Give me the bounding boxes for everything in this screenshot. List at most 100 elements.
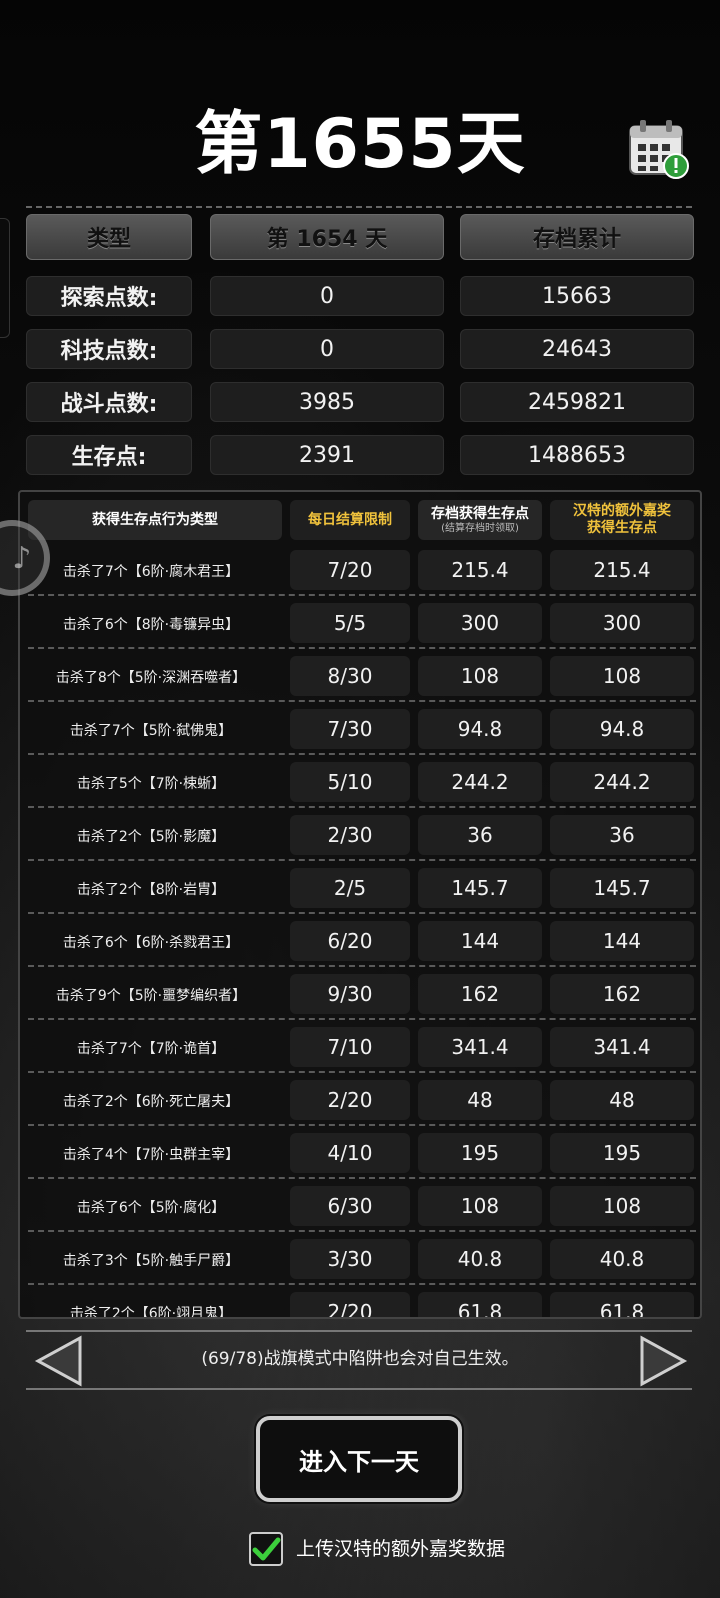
table-row: 击杀了4个【7阶·虫群主宰】 4/10 195 195	[20, 1127, 700, 1179]
row-archive-points: 94.8	[418, 709, 542, 749]
table-row: 击杀了6个【5阶·腐化】 6/30 108 108	[20, 1180, 700, 1232]
survival-points-table[interactable]: 获得生存点行为类型 每日结算限制 存档获得生存点 (结算存档时领取) 汉特的额外…	[18, 490, 702, 1319]
tip-top-line	[26, 1330, 692, 1332]
row-archive-points: 61.8	[418, 1292, 542, 1317]
table-row: 击杀了7个【5阶·弑佛鬼】 7/30 94.8 94.8	[20, 703, 700, 755]
row-divider	[28, 912, 696, 914]
summary-day-survival: 2391	[210, 435, 444, 475]
row-action-name: 击杀了2个【6阶·死亡屠夫】	[62, 1094, 240, 1110]
row-daily-limit: 2/20	[290, 1292, 410, 1317]
checkmark-icon	[252, 1537, 281, 1561]
summary-label-survival: 生存点:	[26, 435, 192, 475]
row-divider	[28, 859, 696, 861]
row-divider	[28, 1071, 696, 1073]
row-archive-points: 40.8	[418, 1239, 542, 1279]
row-divider	[28, 753, 696, 755]
summary-header-day: 第 1654 天	[210, 214, 444, 260]
row-daily-limit: 6/20	[290, 921, 410, 961]
tip-bottom-line	[26, 1388, 692, 1390]
header-bonus-points: 汉特的额外嘉奖 获得生存点	[550, 500, 694, 540]
row-action-name: 击杀了9个【5阶·噩梦编织者】	[55, 988, 247, 1004]
table-row: 击杀了5个【7阶·梀蜥】 5/10 244.2 244.2	[20, 756, 700, 808]
row-archive-points: 108	[418, 1186, 542, 1226]
row-action-name: 击杀了2个【6阶·翊月鬼】	[69, 1306, 233, 1319]
header-archive-note: (结算存档时领取)	[441, 522, 519, 534]
row-bonus-points: 145.7	[550, 868, 694, 908]
row-bonus-points: 94.8	[550, 709, 694, 749]
summary-total-explore: 15663	[460, 276, 694, 316]
row-archive-points: 145.7	[418, 868, 542, 908]
tip-text: (69/78)战旗模式中陷阱也会对自己生效。	[201, 1349, 519, 1369]
row-daily-limit: 2/30	[290, 815, 410, 855]
summary-label-combat: 战斗点数:	[26, 382, 192, 422]
table-row: 击杀了2个【5阶·影魔】 2/30 36 36	[20, 809, 700, 861]
row-divider	[28, 1124, 696, 1126]
header-bonus-line2: 获得生存点	[587, 520, 657, 536]
row-action-name: 击杀了6个【5阶·腐化】	[76, 1200, 226, 1216]
day-title: 第1655天	[194, 105, 526, 184]
calendar-alert-icon[interactable]	[626, 116, 690, 180]
row-action-name: 击杀了4个【7阶·虫群主宰】	[62, 1147, 240, 1163]
arrow-right-icon[interactable]	[638, 1334, 688, 1388]
row-divider	[28, 700, 696, 702]
row-bonus-points: 40.8	[550, 1239, 694, 1279]
row-action-name: 击杀了6个【6阶·杀戮君王】	[62, 935, 240, 951]
header-action-type: 获得生存点行为类型	[28, 500, 282, 540]
row-divider	[28, 1230, 696, 1232]
row-daily-limit: 7/20	[290, 550, 410, 590]
table-row: 击杀了6个【8阶·毒镰异虫】 5/5 300 300	[20, 597, 700, 649]
row-archive-points: 195	[418, 1133, 542, 1173]
upload-checkbox[interactable]	[249, 1532, 283, 1566]
row-bonus-points: 48	[550, 1080, 694, 1120]
row-divider	[28, 647, 696, 649]
row-bonus-points: 36	[550, 815, 694, 855]
row-bonus-points: 108	[550, 656, 694, 696]
row-bonus-points: 300	[550, 603, 694, 643]
summary-label-tech: 科技点数:	[26, 329, 192, 369]
upload-label[interactable]: 上传汉特的额外嘉奖数据	[296, 1532, 505, 1566]
row-action-name: 击杀了5个【7阶·梀蜥】	[76, 776, 226, 792]
row-divider	[28, 1177, 696, 1179]
summary-header-total: 存档累计	[460, 214, 694, 260]
table-row: 击杀了7个【6阶·腐木君王】 7/20 215.4 215.4	[20, 544, 700, 596]
row-daily-limit: 7/30	[290, 709, 410, 749]
arrow-left-icon[interactable]	[34, 1334, 84, 1388]
row-archive-points: 144	[418, 921, 542, 961]
row-archive-points: 48	[418, 1080, 542, 1120]
table-row: 击杀了3个【5阶·触手尸爵】 3/30 40.8 40.8	[20, 1233, 700, 1285]
row-bonus-points: 215.4	[550, 550, 694, 590]
row-daily-limit: 2/5	[290, 868, 410, 908]
side-drawer-tab[interactable]	[0, 218, 10, 338]
row-bonus-points: 341.4	[550, 1027, 694, 1067]
row-bonus-points: 244.2	[550, 762, 694, 802]
row-archive-points: 300	[418, 603, 542, 643]
row-action-name: 击杀了2个【8阶·岩胄】	[76, 882, 226, 898]
row-action-name: 击杀了6个【8阶·毒镰异虫】	[62, 617, 240, 633]
row-archive-points: 244.2	[418, 762, 542, 802]
row-archive-points: 215.4	[418, 550, 542, 590]
summary-day-tech: 0	[210, 329, 444, 369]
summary-total-tech: 24643	[460, 329, 694, 369]
row-daily-limit: 7/10	[290, 1027, 410, 1067]
table-row: 击杀了7个【7阶·诡首】 7/10 341.4 341.4	[20, 1021, 700, 1073]
row-divider	[28, 965, 696, 967]
header-daily-limit-label: 每日结算限制	[308, 511, 392, 528]
summary-day-explore: 0	[210, 276, 444, 316]
row-daily-limit: 6/30	[290, 1186, 410, 1226]
summary-total-survival: 1488653	[460, 435, 694, 475]
row-bonus-points: 61.8	[550, 1292, 694, 1317]
row-archive-points: 341.4	[418, 1027, 542, 1067]
row-daily-limit: 5/10	[290, 762, 410, 802]
next-day-button-label: 进入下一天	[299, 1447, 419, 1476]
table-row: 击杀了2个【6阶·翊月鬼】 2/20 61.8 61.8	[20, 1286, 700, 1319]
row-bonus-points: 162	[550, 974, 694, 1014]
row-divider	[28, 806, 696, 808]
row-daily-limit: 8/30	[290, 656, 410, 696]
row-archive-points: 162	[418, 974, 542, 1014]
row-divider	[28, 1018, 696, 1020]
row-action-name: 击杀了3个【5阶·触手尸爵】	[62, 1253, 240, 1269]
row-daily-limit: 3/30	[290, 1239, 410, 1279]
next-day-button[interactable]: 进入下一天	[256, 1416, 462, 1502]
divider	[26, 206, 692, 208]
row-action-name: 击杀了7个【5阶·弑佛鬼】	[69, 723, 233, 739]
